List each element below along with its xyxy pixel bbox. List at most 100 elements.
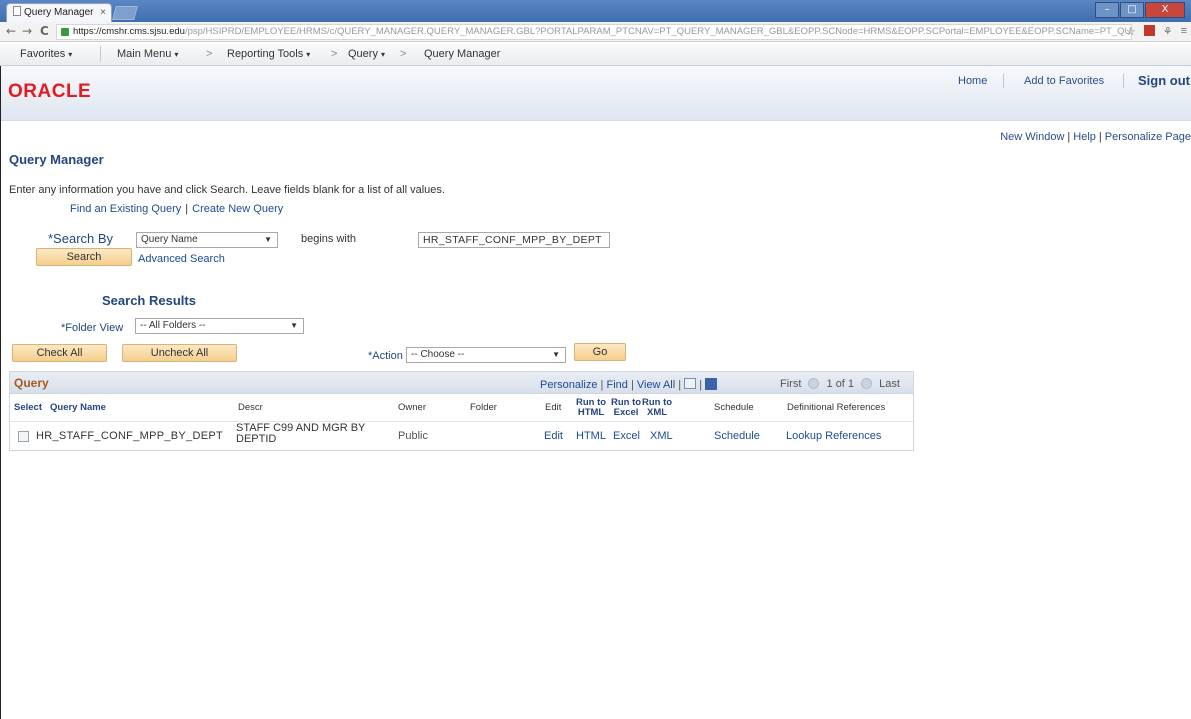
query-sublinks: Find an Existing Query | Create New Query [70,203,283,215]
schedule-link[interactable]: Schedule [714,430,760,442]
page-icon [13,6,21,16]
address-bar: ← → C https://cmshr.cms.sjsu.edu/psp/HSI… [0,22,1191,42]
page-title: Query Manager [9,152,104,167]
folder-view-value: -- All Folders -- [140,320,206,331]
main-menu[interactable]: Main Menu ▾ [117,48,178,60]
run-html-link[interactable]: HTML [576,430,606,442]
extension-icon[interactable]: ⚘ [1163,25,1173,38]
header-divider [1003,74,1004,88]
action-value: -- Choose -- [411,349,465,360]
col-query-name[interactable]: Query Name [50,403,106,413]
col-run-html: Run to HTML [576,398,606,418]
folder-view-label: *Folder View [61,322,124,334]
grid-title: Query [14,376,49,390]
edit-link[interactable]: Edit [544,430,563,442]
search-by-select[interactable]: Query Name ▼ [136,232,278,248]
close-window-button[interactable]: X [1145,2,1185,18]
next-arrow-icon[interactable] [861,378,873,389]
link-divider: | [699,379,703,391]
maximize-button[interactable]: □ [1120,2,1144,18]
folder-view-select[interactable]: -- All Folders -- ▼ [135,318,304,334]
first-link[interactable]: First [780,378,801,390]
url-path: /psp/HSIPRD/EMPLOYEE/HRMS/c/QUERY_MANAGE… [184,26,1132,37]
go-button[interactable]: Go [574,343,626,361]
chevron-down-icon: ▾ [68,50,73,59]
col-owner[interactable]: Owner [398,403,426,413]
run-xml-link[interactable]: XML [650,430,673,442]
create-new-query-link[interactable]: Create New Query [192,203,283,215]
zoom-grid-icon[interactable] [684,378,697,389]
page-utility-links: New Window | Help | Personalize Page [1000,131,1191,143]
url-input[interactable]: https://cmshr.cms.sjsu.edu/psp/HSIPRD/EM… [56,24,1132,40]
chevron-down-icon: ▾ [306,50,311,59]
action-select[interactable]: -- Choose -- ▼ [406,347,566,363]
row-select-checkbox[interactable] [18,431,29,442]
chevron-down-icon: ▼ [264,235,272,244]
check-all-button[interactable]: Check All [12,344,107,362]
run-excel-link[interactable]: Excel [613,430,640,442]
link-divider: | [678,379,682,391]
minimize-button[interactable]: – [1095,2,1119,18]
personalize-link[interactable]: Personalize [540,379,597,391]
add-to-favorites-link[interactable]: Add to Favorites [1024,75,1104,87]
chevron-down-icon: ▾ [174,50,179,59]
descr-line2: DEPTID [236,433,277,445]
reporting-tools-menu[interactable]: Reporting Tools ▾ [227,48,310,60]
view-all-link[interactable]: View All [637,379,675,391]
uncheck-all-button[interactable]: Uncheck All [122,344,237,362]
sign-out-link[interactable]: Sign out [1138,73,1190,88]
link-divider: | [1098,131,1102,143]
col-select: Select [14,402,42,413]
previous-arrow-icon[interactable] [808,378,820,389]
menu-icon[interactable]: ≡ [1181,25,1187,38]
personalize-page-link[interactable]: Personalize Page [1105,131,1191,143]
table-row: HR_STAFF_CONF_MPP_BY_DEPT STAFF C99 AND … [10,422,913,450]
url-host: https://cmshr.cms.sjsu.edu [73,26,185,37]
col-run-xml-line2: XML [647,407,668,418]
main-menu-label: Main Menu [117,48,172,60]
home-link[interactable]: Home [958,75,987,87]
query-menu[interactable]: Query ▾ [348,48,385,60]
pdf-extension-icon[interactable] [1143,25,1155,36]
back-button[interactable]: ← [6,24,16,38]
find-existing-query-link[interactable]: Find an Existing Query [70,203,181,215]
new-tab-button[interactable] [112,6,138,20]
grid-toolbar: Personalize | Find | View All | | [540,378,718,391]
col-edit: Edit [545,402,562,413]
search-by-label: *Search By [48,231,114,246]
lookup-references-link[interactable]: Lookup References [786,430,881,442]
link-divider: | [600,379,604,391]
star-icon[interactable]: ☆ [1126,25,1136,38]
grid-pagination: First 1 of 1 Last [780,378,900,390]
advanced-search-link[interactable]: Advanced Search [138,253,225,265]
search-value-input[interactable]: HR_STAFF_CONF_MPP_BY_DEPT [418,232,610,248]
help-link[interactable]: Help [1073,131,1096,143]
operator-label: begins with [301,233,357,245]
search-button[interactable]: Search [36,248,132,266]
portal-header: ORACLE Home Add to Favorites Sign out [0,66,1191,121]
query-name-cell: HR_STAFF_CONF_MPP_BY_DEPT [36,430,224,442]
frame-border [0,66,1,719]
window-controls: – □ X [1095,2,1185,18]
download-excel-icon[interactable] [705,378,718,390]
col-run-xml: Run to XML [642,398,672,418]
query-manager-breadcrumb[interactable]: Query Manager [424,48,500,60]
col-run-excel: Run to Excel [611,398,641,418]
tab-title: Query Manager [24,7,94,18]
col-folder[interactable]: Folder [470,403,497,413]
link-divider: | [1067,131,1071,143]
browser-tab[interactable]: Query Manager × [6,3,112,22]
tab-close-button[interactable]: × [100,4,106,22]
link-divider: | [185,203,189,215]
browser-titlebar: Query Manager × – □ X [0,0,1191,22]
favorites-menu[interactable]: Favorites ▾ [20,48,72,60]
reload-button[interactable]: C [40,24,49,38]
chevron-down-icon: ▼ [552,350,560,359]
last-link[interactable]: Last [879,378,900,390]
find-link[interactable]: Find [606,379,627,391]
col-descr[interactable]: Descr [238,403,263,413]
forward-button[interactable]: → [22,24,32,38]
favorites-label: Favorites [20,48,66,60]
chevron-down-icon: ▾ [380,50,385,59]
new-window-link[interactable]: New Window [1000,131,1064,143]
